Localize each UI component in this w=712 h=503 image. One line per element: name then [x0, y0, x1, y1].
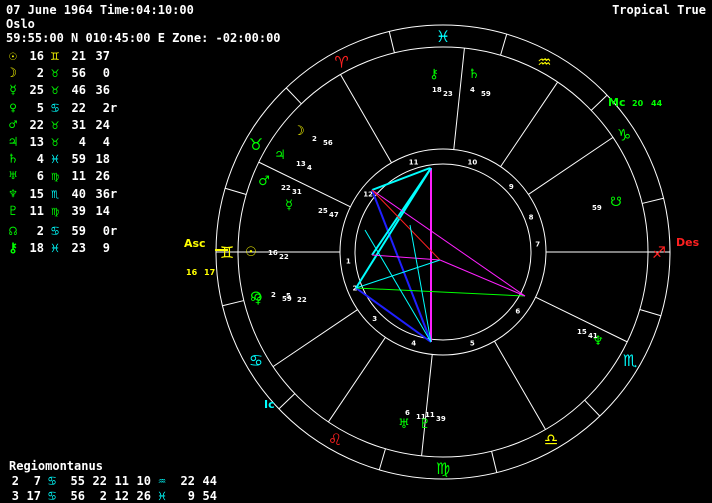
house-cusp-line	[528, 136, 614, 195]
sign-boundary	[278, 393, 296, 410]
node_mean-degree: 2	[271, 291, 276, 299]
mercury-minute: 47	[329, 211, 339, 219]
aspect-line	[371, 189, 441, 261]
descendant-label: Des	[676, 236, 700, 249]
house-cusp-line	[453, 48, 465, 150]
mars-icon: ♂	[258, 174, 270, 189]
house-number: 4	[411, 339, 416, 347]
zodiac-sign-icon: ♌	[328, 430, 342, 449]
house-number: 3	[372, 315, 377, 323]
aspect-line	[355, 287, 526, 297]
house-cusp-line	[494, 340, 546, 430]
uranus-degree: 6	[405, 409, 410, 417]
house-cusp-line	[327, 337, 386, 423]
uranus-icon: ♅	[398, 417, 410, 432]
sun-minute: 22	[279, 253, 289, 261]
zodiac-sign-icon: ♐	[652, 243, 666, 262]
house-number: 9	[509, 183, 514, 191]
node_true-degree: 59	[592, 204, 602, 212]
zodiac-sign-icon: ♍	[436, 459, 450, 478]
house-number: 8	[529, 213, 534, 221]
pluto-minute: 39	[436, 415, 446, 423]
sign-boundary	[590, 94, 608, 111]
sign-boundary	[500, 33, 508, 56]
moon-icon: ☽	[293, 124, 305, 139]
node_mean-minute: 59	[282, 295, 292, 303]
moon-minute: 56	[323, 139, 333, 147]
house-cusp-line	[421, 354, 433, 456]
sign-boundary	[584, 399, 601, 417]
sign-boundary	[639, 309, 662, 317]
house-number-ring	[339, 148, 547, 356]
jupiter-minute: 4	[307, 164, 312, 172]
house-number: 11	[409, 159, 419, 167]
neptune-degree: 15	[577, 328, 587, 336]
house-cusp-line	[340, 74, 392, 164]
sun-icon: ☉	[245, 245, 257, 260]
midheaven-minute: 44	[651, 99, 663, 108]
house-cusp-line	[272, 309, 358, 368]
zodiac-sign-icon: ♓	[436, 27, 450, 46]
ascendant-minute: 17	[204, 268, 215, 277]
sign-boundary	[222, 300, 244, 307]
zodiac-sign-icon: ♈	[334, 52, 348, 71]
sign-boundary	[388, 31, 395, 53]
mercury-icon: ☿	[285, 198, 293, 213]
chiron-icon: ⚷	[429, 67, 439, 82]
house-number: 6	[515, 307, 520, 315]
zodiac-sign-icon: ♑	[617, 125, 631, 144]
sign-boundary	[224, 187, 247, 195]
natal-chart-wheel: 1234 56789101112♊♉♈♓♒♑♐♏♎♍♌♋Asc16 17DesMc 2…	[184, 24, 700, 480]
house-number: 10	[467, 159, 477, 167]
aspect-line	[355, 167, 432, 289]
mars-minute: 31	[292, 188, 302, 196]
ascendant-label: Asc	[184, 237, 206, 250]
aspect-line	[371, 167, 431, 191]
jupiter-icon: ♃	[274, 148, 286, 163]
sign-boundary	[491, 451, 498, 473]
sign-boundary	[642, 197, 664, 204]
moon-degree: 2	[312, 135, 317, 143]
aspect-line	[439, 259, 526, 297]
astrology-chart-window: { "header": { "line1": "07 June 1964 Tim…	[0, 0, 712, 503]
neptune-minute: 41	[588, 332, 598, 340]
house-number: 7	[535, 241, 540, 249]
ascendant-degree: 16	[186, 268, 198, 277]
imum-coeli-label: Ic	[264, 398, 275, 411]
zodiac-sign-icon: ♉	[249, 135, 263, 154]
sign-boundary	[285, 87, 302, 105]
zodiac-sign-icon: ♊	[220, 243, 234, 262]
chiron-minute: 23	[443, 90, 453, 98]
sign-boundary	[378, 448, 386, 471]
node_true-icon: ☋	[610, 195, 622, 210]
midheaven-degree: 20	[632, 99, 644, 108]
house-cusp-line	[258, 161, 351, 208]
aspect-line	[355, 259, 441, 289]
saturn-minute: 59	[481, 90, 491, 98]
sun-degree: 16	[268, 249, 278, 257]
saturn-degree: 4	[470, 86, 475, 94]
house-number: 1	[346, 257, 351, 265]
house-number: 5	[470, 339, 475, 347]
house-cusp-line	[500, 81, 559, 167]
saturn-icon: ♄	[468, 67, 480, 82]
chiron-degree: 18	[432, 86, 442, 94]
aspect-ring	[354, 163, 532, 341]
pluto-degree: 11	[425, 411, 435, 419]
zodiac-sign-icon: ♏	[623, 351, 637, 370]
mercury-degree: 25	[318, 207, 328, 215]
zodiac-sign-icon: ♋	[249, 351, 263, 370]
zodiac-sign-icon: ♎	[544, 430, 558, 449]
mars-degree: 22	[281, 184, 291, 192]
jupiter-degree: 13	[296, 160, 306, 168]
venus-minute: 22	[297, 296, 307, 304]
node_mean-icon: ☊	[250, 290, 262, 305]
midheaven-label: Mc	[608, 96, 625, 109]
pluto-icon: ♇	[419, 417, 431, 432]
zodiac-sign-icon: ♒	[537, 52, 551, 71]
